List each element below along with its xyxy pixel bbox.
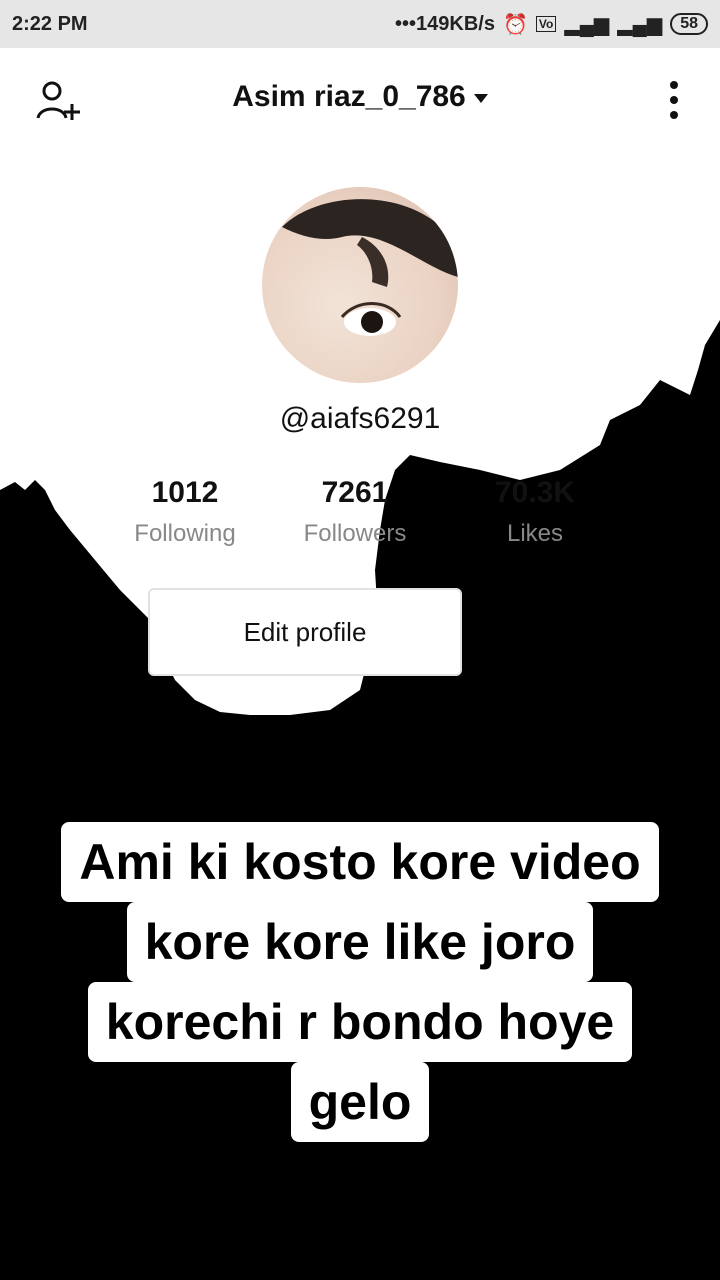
followers-label: Followers bbox=[303, 520, 407, 547]
more-options-icon[interactable] bbox=[668, 80, 680, 120]
status-bar: 2:22 PM •••149KB/s ⏰ Vo ▂▄▆ ▂▄▆ 58 bbox=[0, 0, 720, 48]
battery-indicator: 58 bbox=[670, 13, 708, 35]
stat-followers[interactable]: 7261 Followers bbox=[275, 476, 435, 548]
profile-handle: @aiafs6291 bbox=[279, 402, 441, 435]
following-label: Following bbox=[134, 520, 236, 547]
status-indicators: •••149KB/s ⏰ Vo ▂▄▆ ▂▄▆ 58 bbox=[395, 12, 708, 37]
likes-count: 70.3K bbox=[494, 476, 576, 509]
status-time: 2:22 PM bbox=[12, 12, 88, 35]
profile-avatar[interactable] bbox=[262, 187, 458, 383]
caption-line: gelo bbox=[290, 1062, 430, 1142]
following-count: 1012 bbox=[151, 476, 219, 509]
signal-icon-2: ▂▄▆ bbox=[617, 13, 663, 36]
network-speed: •••149KB/s bbox=[395, 12, 495, 35]
chevron-down-icon bbox=[473, 93, 488, 103]
edit-profile-button[interactable]: Edit profile bbox=[148, 588, 462, 676]
avatar-image bbox=[282, 199, 458, 336]
signal-icon: ▂▄▆ bbox=[564, 13, 610, 36]
caption-line: kore kore like joro bbox=[126, 902, 594, 982]
caption-overlay: Ami ki kosto kore video kore kore like j… bbox=[0, 822, 720, 1142]
stat-following[interactable]: 1012 Following bbox=[105, 476, 265, 548]
caption-line: Ami ki kosto kore video bbox=[61, 822, 659, 902]
followers-count: 7261 bbox=[321, 476, 389, 509]
caption-line: korechi r bondo hoye bbox=[87, 982, 633, 1062]
volte-icon: Vo bbox=[535, 16, 557, 32]
profile-header: Asim riaz_0_786 bbox=[0, 48, 720, 153]
likes-label: Likes bbox=[506, 520, 564, 547]
alarm-icon: ⏰ bbox=[502, 13, 528, 36]
username-title: Asim riaz_0_786 bbox=[232, 80, 466, 113]
stat-likes[interactable]: 70.3K Likes bbox=[455, 476, 615, 548]
account-switcher[interactable]: Asim riaz_0_786 bbox=[0, 80, 720, 114]
